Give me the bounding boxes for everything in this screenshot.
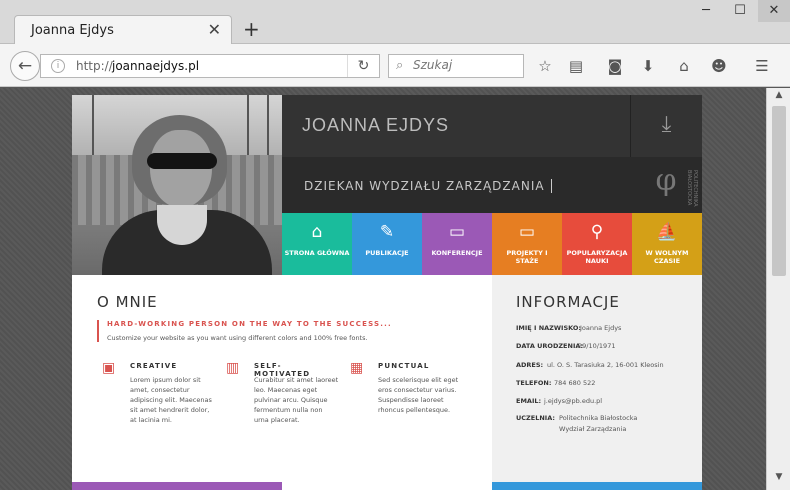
download-icon[interactable]: ⬇: [637, 56, 659, 76]
info-row-email: EMAIL: j.ejdys@pb.edu.pl: [516, 397, 603, 405]
info-row-phone: TELEFON: 784 680 522: [516, 379, 596, 387]
menu-item-4[interactable]: ▭ PROJEKTY I STAŻE: [492, 213, 562, 275]
home-icon: ⌂: [311, 222, 323, 242]
about-quote: HARD-WORKING PERSON ON THE WAY TO THE SU…: [97, 320, 397, 342]
header-bottom: DZIEKAN WYDZIAŁU ZARZĄDZANIA φ POLITECHN…: [282, 157, 702, 213]
info-row-birth: DATA URODZENIA: 29/10/1971: [516, 342, 616, 350]
bookmark-star-icon[interactable]: ☆: [534, 56, 556, 76]
menu-icon[interactable]: ☰: [751, 56, 773, 76]
calculator-icon: ▦: [350, 360, 364, 376]
search-icon: ⌕: [396, 58, 404, 73]
info-heading: INFORMACJE: [516, 293, 620, 311]
about-heading: O MNIE: [97, 293, 158, 311]
url-bar[interactable]: i http:// joannaejdys.pl ↻: [40, 54, 380, 78]
menu-item-label: STRONA GŁÓWNA: [284, 249, 350, 257]
nav-bar: ← i http:// joannaejdys.pl ↻ ⌕ ☆ ▤ ◙ ⬇ ⌂…: [0, 44, 790, 87]
url-host: joannaejdys.pl: [112, 59, 200, 73]
edit-icon: ✎: [379, 222, 395, 242]
maximize-icon[interactable]: ☐: [724, 0, 756, 22]
menu-item-1[interactable]: ⌂ STRONA GŁÓWNA: [282, 213, 352, 275]
scrollbar[interactable]: ▲ ▼: [766, 88, 790, 490]
laptop-icon: ▭: [518, 222, 536, 242]
download-cv-icon[interactable]: ⤓: [630, 95, 702, 157]
bottom-strip-purple: [72, 482, 282, 490]
minimize-icon[interactable]: ─: [690, 0, 722, 22]
header-top: JOANNA EJDYS ⤓: [282, 95, 702, 157]
home-icon[interactable]: ⌂: [673, 56, 695, 76]
close-tab-icon[interactable]: ✕: [208, 20, 221, 39]
bottom-strip-blue: [492, 482, 702, 490]
info-section: INFORMACJE IMIĘ I NAZWISKO: Joanna Ejdys…: [492, 275, 702, 490]
menu-item-label: KONFERENCJE: [431, 249, 483, 257]
menu-item-label: POPULARYZACJA NAUKI: [566, 249, 628, 265]
presentation-icon: ▭: [448, 222, 466, 242]
about-section: O MNIE HARD-WORKING PERSON ON THE WAY TO…: [72, 275, 492, 490]
pocket-icon[interactable]: ◙: [604, 56, 626, 76]
menu-item-5[interactable]: ⚲ POPULARYZACJA NAUKI: [562, 213, 632, 275]
info-row-address: ADRES: ul. O. S. Tarasiuka 2, 16-001 Kle…: [516, 361, 664, 369]
site-name: JOANNA EJDYS: [302, 115, 450, 135]
menu-item-label: PROJEKTY I STAŻE: [506, 249, 548, 265]
university-logo: φ POLITECHNIKA BIAŁOSTOCKA: [655, 163, 698, 207]
menu-item-label: W WOLNYM CZASIE: [645, 249, 689, 265]
window-close-icon[interactable]: ✕: [758, 0, 790, 22]
menu-item-label: PUBLIKACJE: [365, 249, 409, 257]
smiley-icon[interactable]: ☻: [708, 56, 730, 76]
info-row-name: IMIĘ I NAZWISKO: Joanna Ejdys: [516, 324, 622, 332]
quote-title: HARD-WORKING PERSON ON THE WAY TO THE SU…: [107, 320, 392, 328]
profile-photo: [72, 95, 282, 280]
back-icon[interactable]: ←: [10, 51, 40, 81]
menu-item-6[interactable]: ⛵ W WOLNYM CZASIE: [632, 213, 702, 275]
chart-icon: ▥: [226, 360, 240, 376]
browser-tab[interactable]: Joanna Ejdys ✕: [14, 15, 232, 45]
sailboat-icon: ⛵: [656, 222, 678, 242]
reading-list-icon[interactable]: ▤: [565, 56, 587, 76]
scroll-down-icon[interactable]: ▼: [767, 472, 790, 488]
new-tab-icon[interactable]: +: [243, 17, 260, 41]
scroll-thumb[interactable]: [772, 106, 786, 276]
search-input[interactable]: [413, 58, 513, 72]
tab-title: Joanna Ejdys: [31, 23, 114, 38]
rocket-icon: ⚲: [590, 222, 604, 242]
menu-item-3[interactable]: ▭ KONFERENCJE: [422, 213, 492, 275]
website: JOANNA EJDYS ⤓ DZIEKAN WYDZIAŁU ZARZĄDZA…: [72, 95, 702, 490]
info-row-university: UCZELNIA: Politechnika Białostocka Wydzi…: [516, 414, 638, 433]
image-icon: ▣: [102, 360, 116, 376]
quote-text: Customize your website as you want using…: [107, 334, 368, 342]
main-menu: ⌂ STRONA GŁÓWNA ✎ PUBLIKACJE ▭ KONFERENCJE ▭ PR…: [282, 213, 702, 275]
info-icon[interactable]: i: [51, 59, 65, 73]
tab-bar: Joanna Ejdys ✕ + ─ ☐ ✕: [0, 0, 790, 45]
job-title: DZIEKAN WYDZIAŁU ZARZĄDZANIA: [304, 179, 552, 193]
reload-icon[interactable]: ↻: [347, 55, 379, 77]
search-box[interactable]: ⌕: [388, 54, 524, 78]
url-scheme: http://: [76, 59, 113, 73]
scroll-up-icon[interactable]: ▲: [767, 90, 790, 106]
menu-item-2[interactable]: ✎ PUBLIKACJE: [352, 213, 422, 275]
